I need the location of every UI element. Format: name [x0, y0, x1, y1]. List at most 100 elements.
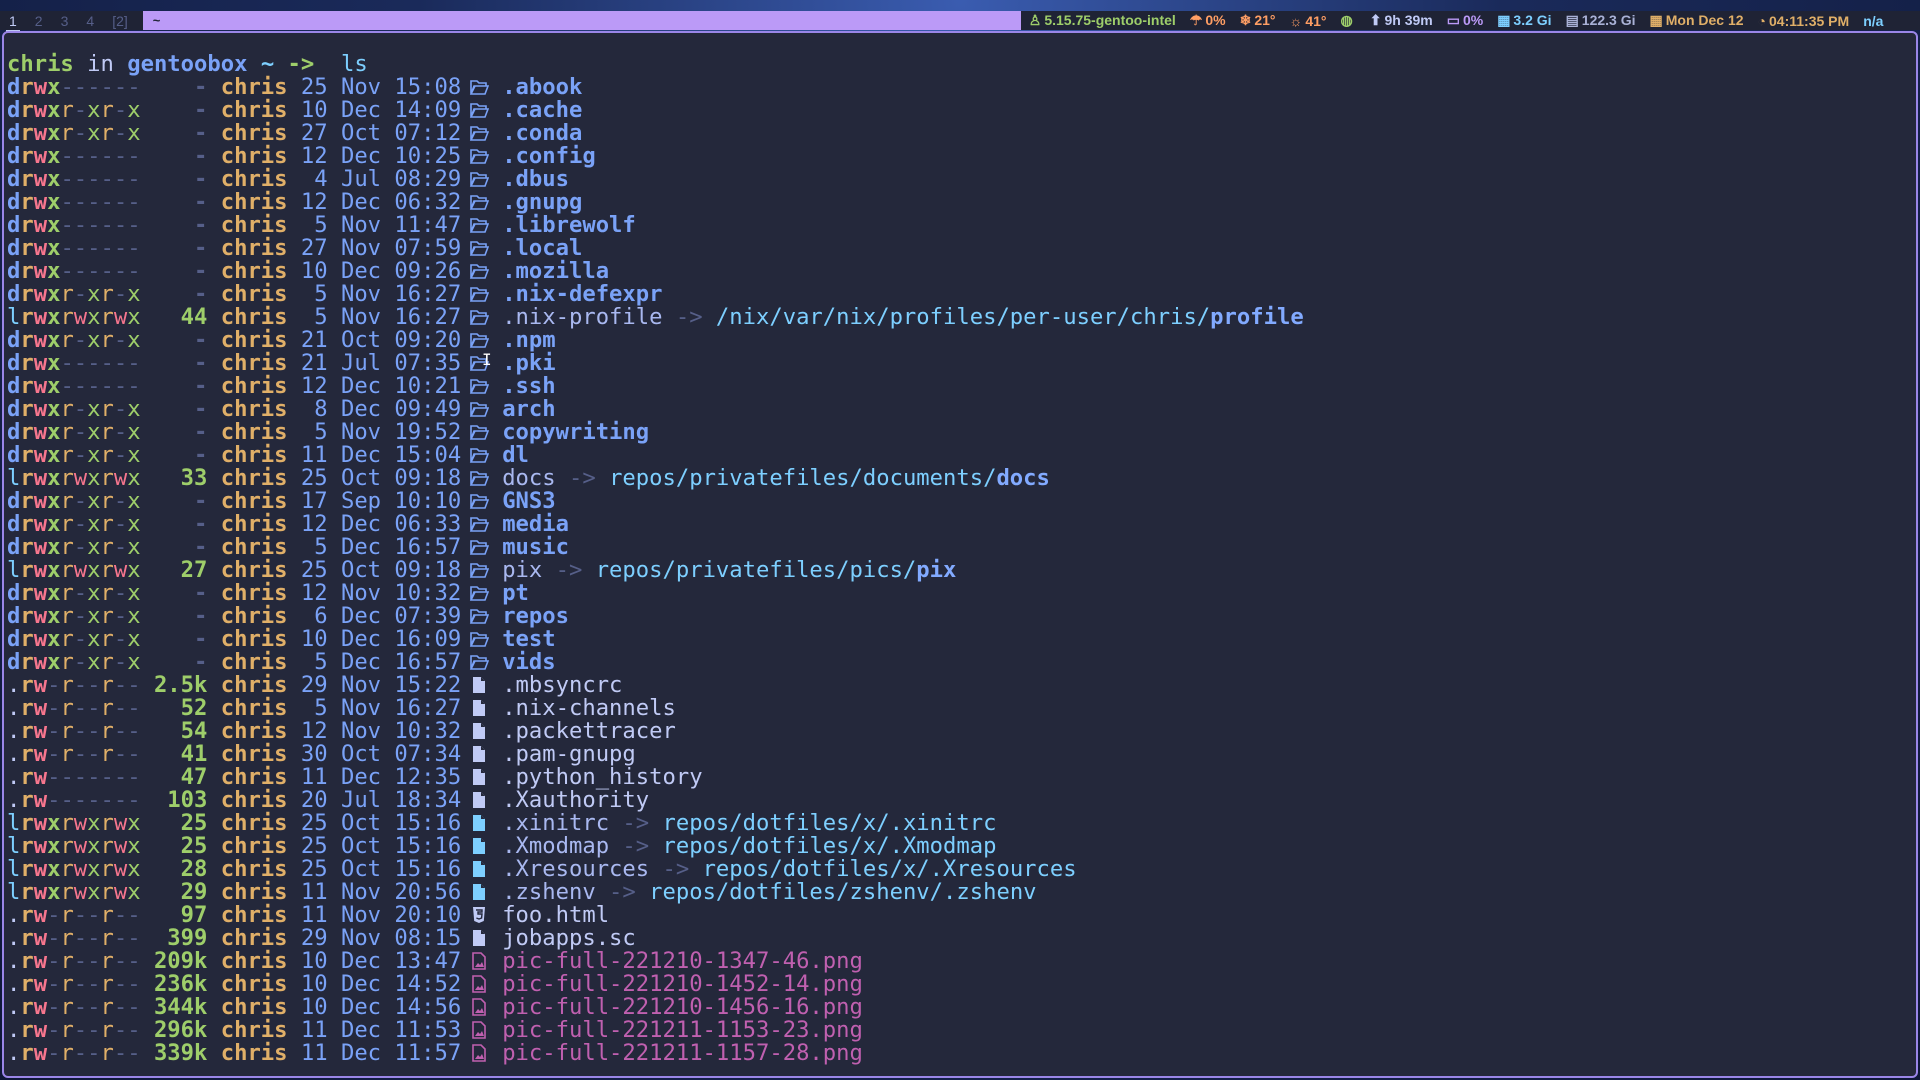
- list-item[interactable]: drwxr-xr-x - chris 5 Dec 16:57 music: [7, 536, 1916, 559]
- list-item[interactable]: .rw-r--r-- 339k chris 11 Dec 11:57 pic-fu…: [7, 1042, 1916, 1065]
- list-item[interactable]: drwx------ - chris 12 Dec 06:32 .gnupg: [7, 191, 1916, 214]
- list-item[interactable]: drwx------ - chris 27 Nov 07:59 .local: [7, 237, 1916, 260]
- file-size: -: [194, 166, 208, 192]
- list-item[interactable]: drwxr-xr-x - chris 11 Dec 15:04 dl: [7, 444, 1916, 467]
- file-size: -: [194, 74, 208, 100]
- file-name[interactable]: pic-full-221211-1157-28.png: [502, 1040, 863, 1066]
- folder-icon: [470, 379, 490, 394]
- list-item[interactable]: .rw-r--r-- 2.5k chris 29 Nov 15:22 .mbsyn…: [7, 674, 1916, 697]
- status-text: 0%: [1205, 12, 1226, 28]
- file-size: 27: [180, 557, 208, 583]
- clock-icon: ◔: [1757, 12, 1767, 29]
- globe-icon: ◍: [1340, 12, 1353, 28]
- folder-icon: [470, 448, 490, 463]
- file-size: -: [194, 350, 208, 376]
- symlink-target-dir[interactable]: /nix/var/nix/profiles/per-user/chris/: [716, 304, 1210, 330]
- image-file-icon: [472, 1044, 486, 1062]
- list-item[interactable]: lrwxrwxrwx 29 chris 11 Nov 20:56 .zshenv …: [7, 881, 1916, 904]
- html5-icon: [473, 907, 486, 923]
- status-module: ♙ 5.15.75-gentoo-intel: [1029, 12, 1176, 29]
- file-size: -: [194, 580, 208, 606]
- list-item[interactable]: drwxr-xr-x - chris 5 Nov 19:52 copywritin…: [7, 421, 1916, 444]
- linux-penguin-icon: ♙: [1028, 12, 1042, 28]
- workspace-1[interactable]: 1: [0, 13, 26, 32]
- list-item[interactable]: drwxr-xr-x - chris 5 Dec 16:57 vids: [7, 651, 1916, 674]
- list-item[interactable]: drwxr-xr-x - chris 6 Dec 07:39 repos: [7, 605, 1916, 628]
- list-item[interactable]: drwxr-xr-x - chris 12 Dec 06:33 media: [7, 513, 1916, 536]
- folder-icon: [470, 632, 490, 647]
- list-item[interactable]: lrwxrwxrwx 33 chris 25 Oct 09:18 docs -> …: [7, 467, 1916, 490]
- list-item[interactable]: drwx------ - chris 4 Jul 08:29 .dbus: [7, 168, 1916, 191]
- status-text: 0%: [1462, 12, 1484, 28]
- list-item[interactable]: .rw-r--r-- 97 chris 11 Nov 20:10 foo.html: [7, 904, 1916, 927]
- list-item[interactable]: drwxr-xr-x - chris 21 Oct 09:20 .npm: [7, 329, 1916, 352]
- list-item[interactable]: .rw-r--r-- 296k chris 11 Dec 11:53 pic-fu…: [7, 1019, 1916, 1042]
- list-item[interactable]: .rw-r--r-- 236k chris 10 Dec 14:52 pic-fu…: [7, 973, 1916, 996]
- list-item[interactable]: .rw-r--r-- 41 chris 30 Oct 07:34 .pam-gnu…: [7, 743, 1916, 766]
- file-size: 103: [167, 787, 208, 813]
- file-size: -: [194, 281, 208, 307]
- list-item[interactable]: drwx------ - chris 12 Dec 10:25 .config: [7, 145, 1916, 168]
- list-item[interactable]: drwxr-xr-x - chris 10 Dec 16:09 test: [7, 628, 1916, 651]
- list-item[interactable]: drwx------ - chris 25 Nov 15:08 .abook: [7, 76, 1916, 99]
- folder-icon: [470, 402, 490, 417]
- status-module: ▦ Mon Dec 12: [1650, 12, 1744, 29]
- window-title-text: ~: [152, 13, 161, 28]
- file-link-icon: [473, 815, 486, 831]
- list-item[interactable]: drwxr-xr-x - chris 12 Nov 10:32 pt: [7, 582, 1916, 605]
- symlink-target-dir[interactable]: repos/privatefiles/documents/: [609, 465, 996, 491]
- terminal-window[interactable]: chris in gentoobox ~ -> ls drwx------ - c…: [2, 31, 1918, 1078]
- list-item[interactable]: drwx------ - chris 21 Jul 07:35 .pki: [7, 352, 1916, 375]
- workspace-5[interactable]: [2]: [103, 13, 137, 29]
- file-size: 399: [167, 925, 208, 951]
- file-size: -: [194, 442, 208, 468]
- file-icon: [473, 746, 486, 762]
- workspace-4[interactable]: 4: [77, 13, 103, 29]
- symlink-target-name[interactable]: pix: [916, 557, 956, 583]
- list-item[interactable]: drwx------ - chris 10 Dec 09:26 .mozilla: [7, 260, 1916, 283]
- list-item[interactable]: lrwxrwxrwx 44 chris 5 Nov 16:27 .nix-prof…: [7, 306, 1916, 329]
- list-item[interactable]: drwx------ - chris 12 Dec 10:21 .ssh: [7, 375, 1916, 398]
- file-size: 47: [180, 764, 208, 790]
- list-item[interactable]: .rw------- 47 chris 11 Dec 12:35 .python_…: [7, 766, 1916, 789]
- symlink-target-dir[interactable]: repos/dotfiles/zshenv/: [649, 879, 943, 905]
- status-module: ☼ 41°: [1290, 13, 1327, 29]
- list-item[interactable]: .rw-r--r-- 344k chris 10 Dec 14:56 pic-fu…: [7, 996, 1916, 1019]
- symlink-target-name[interactable]: .zshenv: [943, 879, 1037, 905]
- file-icon: [473, 677, 486, 693]
- list-item[interactable]: lrwxrwxrwx 25 chris 25 Oct 15:16 .Xmodmap…: [7, 835, 1916, 858]
- list-item[interactable]: lrwxrwxrwx 28 chris 25 Oct 15:16 .Xresour…: [7, 858, 1916, 881]
- list-item[interactable]: .rw-r--r-- 399 chris 29 Nov 08:15 jobapps…: [7, 927, 1916, 950]
- list-item[interactable]: .rw-r--r-- 52 chris 5 Nov 16:27 .nix-chan…: [7, 697, 1916, 720]
- image-file-icon: [472, 975, 486, 993]
- list-item[interactable]: .rw------- 103 chris 20 Jul 18:34 .Xautho…: [7, 789, 1916, 812]
- list-item[interactable]: drwxr-xr-x - chris 8 Dec 09:49 arch: [7, 398, 1916, 421]
- workspace-3[interactable]: 3: [52, 13, 78, 29]
- file-size: 344k: [153, 994, 208, 1020]
- folder-icon: [470, 333, 490, 348]
- workspace-2[interactable]: 2: [26, 13, 52, 29]
- list-item[interactable]: lrwxrwxrwx 25 chris 25 Oct 15:16 .xinitrc…: [7, 812, 1916, 835]
- file-size: 44: [180, 304, 208, 330]
- list-item[interactable]: drwxr-xr-x - chris 10 Dec 14:09 .cache: [7, 99, 1916, 122]
- file-icon: [473, 930, 486, 946]
- list-item[interactable]: drwxr-xr-x - chris 27 Oct 07:12 .conda: [7, 122, 1916, 145]
- list-item[interactable]: .rw-r--r-- 54 chris 12 Nov 10:32 .packett…: [7, 720, 1916, 743]
- file-icon: [473, 700, 486, 716]
- folder-icon: [470, 540, 490, 555]
- symlink-target-name[interactable]: docs: [996, 465, 1049, 491]
- list-item[interactable]: .rw-r--r-- 209k chris 10 Dec 13:47 pic-fu…: [7, 950, 1916, 973]
- symlink-target-dir[interactable]: repos/privatefiles/pics/: [596, 557, 917, 583]
- file-size: -: [194, 649, 208, 675]
- list-item[interactable]: drwx------ - chris 5 Nov 11:47 .librewolf: [7, 214, 1916, 237]
- status-module: ▭ 0%: [1447, 12, 1483, 29]
- list-item[interactable]: drwxr-xr-x - chris 5 Nov 16:27 .nix-defex…: [7, 283, 1916, 306]
- folder-icon: [470, 494, 490, 509]
- list-item[interactable]: drwxr-xr-x - chris 17 Sep 10:10 GNS3: [7, 490, 1916, 513]
- folder-icon: [470, 195, 490, 210]
- status-module: ▦ 3.2 Gi: [1497, 12, 1551, 29]
- list-item[interactable]: lrwxrwxrwx 27 chris 25 Oct 09:18 pix -> r…: [7, 559, 1916, 582]
- symlink-target-name[interactable]: profile: [1210, 304, 1304, 330]
- folder-icon: [470, 218, 490, 233]
- file-size: 25: [180, 833, 208, 859]
